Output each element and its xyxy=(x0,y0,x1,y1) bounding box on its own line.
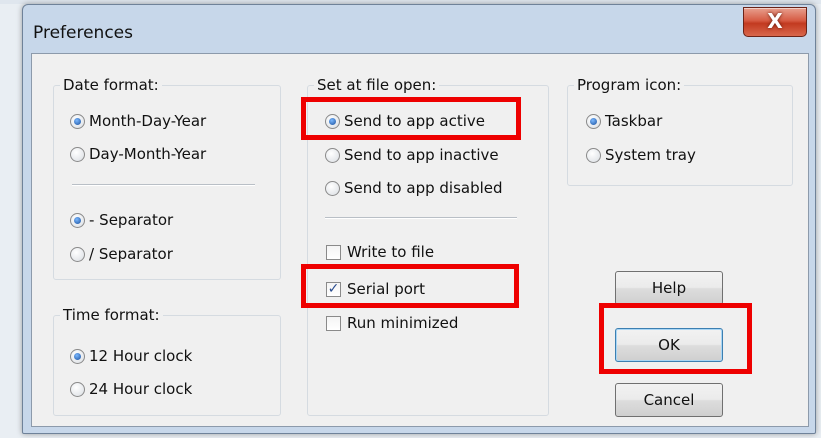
radio-unselected-icon xyxy=(70,146,85,162)
file-open-divider xyxy=(325,217,517,219)
radio-unselected-icon xyxy=(325,147,340,163)
radio-unselected-icon xyxy=(325,180,340,196)
radio-label: System tray xyxy=(605,146,696,164)
highlight-serial-port xyxy=(301,264,519,308)
close-icon: X xyxy=(767,9,783,33)
checkbox-write-to-file[interactable]: Write to file xyxy=(326,241,434,263)
radio-label: Send to app disabled xyxy=(344,179,503,197)
radio-send-to-app-disabled[interactable]: Send to app disabled xyxy=(325,177,503,199)
radio-dash-separator[interactable]: - Separator xyxy=(70,209,173,231)
checkbox-label: Write to file xyxy=(347,243,435,261)
checkbox-unchecked-icon xyxy=(326,244,341,260)
radio-label: - Separator xyxy=(89,211,174,229)
radio-taskbar[interactable]: Taskbar xyxy=(586,110,662,132)
file-open-legend: Set at file open: xyxy=(317,76,437,94)
window-title: Preferences xyxy=(33,23,133,43)
date-format-legend: Date format: xyxy=(63,76,159,94)
radio-label: Month-Day-Year xyxy=(89,112,207,130)
radio-month-day-year[interactable]: Month-Day-Year xyxy=(70,110,206,132)
radio-slash-separator[interactable]: / Separator xyxy=(70,243,173,265)
radio-24-hour-clock[interactable]: 24 Hour clock xyxy=(70,378,192,400)
title-bar: Preferences X xyxy=(23,5,815,45)
radio-label: 24 Hour clock xyxy=(89,380,193,398)
program-icon-legend: Program icon: xyxy=(577,76,682,94)
help-button[interactable]: Help xyxy=(615,271,723,305)
radio-12-hour-clock[interactable]: 12 Hour clock xyxy=(70,345,192,367)
radio-selected-icon xyxy=(70,348,85,364)
radio-selected-icon xyxy=(70,113,85,129)
radio-label: / Separator xyxy=(89,245,173,263)
radio-selected-icon xyxy=(586,113,601,129)
highlight-ok-button xyxy=(599,303,752,374)
radio-selected-icon xyxy=(70,212,85,228)
radio-label: Send to app inactive xyxy=(344,146,499,164)
date-format-divider xyxy=(72,184,255,186)
checkbox-unchecked-icon xyxy=(326,315,341,331)
radio-unselected-icon xyxy=(586,147,601,163)
cancel-button[interactable]: Cancel xyxy=(615,383,723,417)
checkbox-label: Run minimized xyxy=(347,314,459,332)
radio-unselected-icon xyxy=(70,246,85,262)
checkbox-run-minimized[interactable]: Run minimized xyxy=(326,312,458,334)
radio-label: 12 Hour clock xyxy=(89,347,193,365)
radio-send-to-app-inactive[interactable]: Send to app inactive xyxy=(325,144,499,166)
radio-label: Day-Month-Year xyxy=(89,145,207,163)
radio-day-month-year[interactable]: Day-Month-Year xyxy=(70,143,206,165)
radio-system-tray[interactable]: System tray xyxy=(586,144,696,166)
close-button[interactable]: X xyxy=(743,7,807,37)
radio-label: Taskbar xyxy=(605,112,663,130)
time-format-legend: Time format: xyxy=(63,306,160,324)
radio-unselected-icon xyxy=(70,381,85,397)
highlight-send-to-app-active xyxy=(301,97,521,140)
